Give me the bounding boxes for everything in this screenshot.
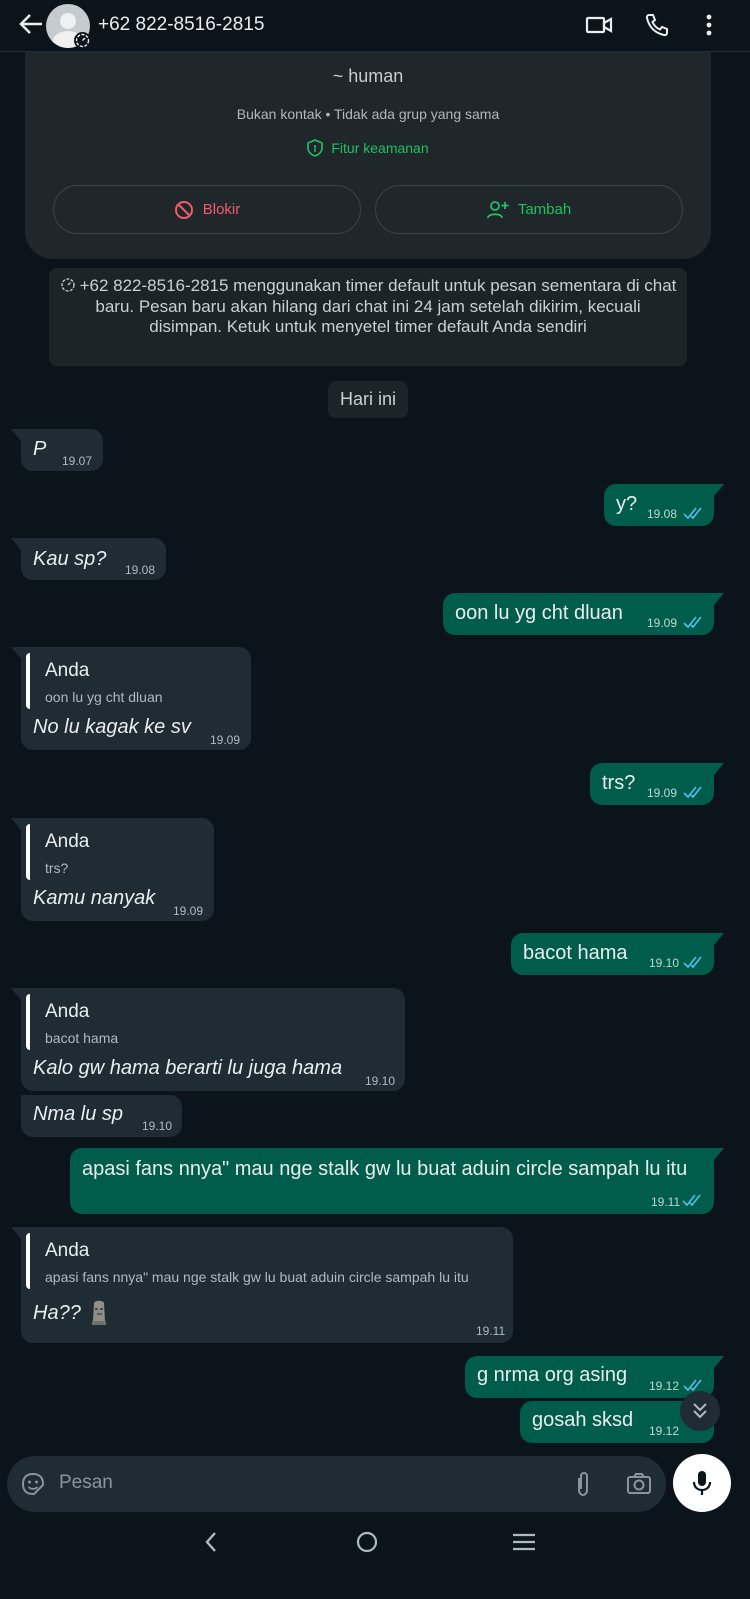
message-text: Kau sp? [33,548,107,570]
chat-screen: ~ human Bukan kontak • Tidak ada grup ya… [0,0,750,1599]
quoted-text: oon lu yg cht dluan [45,689,163,705]
back-arrow-icon[interactable] [16,9,46,39]
quoted-sender: Anda [45,660,90,681]
read-ticks-icon [683,507,702,520]
read-ticks-icon [683,786,702,799]
quoted-text: trs? [45,860,69,876]
read-ticks-icon [682,1194,701,1207]
quoted-message[interactable]: Anda apasi fans nnya" mau nge stalk gw l… [26,1233,505,1289]
read-ticks-icon [683,616,702,629]
message-bubble[interactable]: Anda apasi fans nnya" mau nge stalk gw l… [11,1227,513,1343]
quoted-message[interactable]: Anda bacot hama [26,994,397,1050]
message-bubble[interactable]: Anda bacot hama Kalo gw hama berarti lu … [11,988,405,1091]
message-time: 19.08 [125,563,156,577]
message-time: 19.09 [647,616,678,630]
chat-header: +62 822-8516-2815 [0,0,750,52]
quoted-sender: Anda [45,1240,90,1261]
message-bubble[interactable]: apasi fans nnya" mau nge stalk gw lu bua… [70,1148,724,1214]
nav-back-icon[interactable] [200,1530,224,1554]
message-time: 19.09 [647,786,678,800]
message-input[interactable]: Pesan [59,1472,113,1494]
message-time: 19.09 [210,733,241,747]
system-navigation-bar [0,1515,750,1599]
message-time: 19.10 [649,956,680,970]
attach-icon[interactable] [570,1470,596,1498]
quoted-text: apasi fans nnya" mau nge stalk gw lu bua… [45,1269,469,1285]
message-text: Kamu nanyak [33,887,156,909]
nav-home-icon[interactable] [355,1530,379,1554]
shield-icon [307,139,324,157]
add-person-icon [486,200,509,218]
block-label: Blokir [202,201,241,218]
message-time: 19.07 [62,454,93,468]
message-bubble[interactable]: g nrma org asing 19.12 [465,1356,724,1398]
sticker-icon[interactable] [20,1471,46,1497]
read-ticks-icon [683,1379,702,1392]
block-button[interactable]: Blokir [53,185,361,234]
nav-recents-icon[interactable] [511,1530,537,1554]
voice-message-button[interactable] [673,1454,731,1512]
message-time: 19.10 [365,1074,396,1088]
message-composer: Pesan [7,1456,666,1512]
camera-icon[interactable] [625,1470,653,1498]
contact-nickname: ~ human [332,66,404,86]
security-features-label: Fitur keamanan [331,140,429,156]
message-text: oon lu yg cht dluan [455,602,623,624]
message-time: 19.10 [142,1119,173,1133]
chat-title[interactable]: +62 822-8516-2815 [98,14,264,36]
message-text: Ha?? [33,1302,81,1324]
moai-emoji-icon [92,1300,106,1325]
double-chevron-down-icon [693,1403,707,1419]
message-text: No lu kagak ke sv [33,716,191,738]
quoted-message[interactable]: Anda trs? [26,824,206,880]
message-time: 19.08 [647,507,678,521]
notice-text: +62 822-8516-2815 menggunakan timer defa… [79,276,677,336]
message-text: P [33,438,47,460]
add-contact-button[interactable]: Tambah [375,185,683,234]
security-features-link[interactable]: Fitur keamanan [25,139,711,157]
message-text: trs? [602,772,636,794]
microphone-icon [692,1471,712,1495]
quoted-text: bacot hama [45,1030,119,1046]
quoted-sender: Anda [45,1001,90,1022]
message-text: apasi fans nnya" mau nge stalk gw lu bua… [82,1158,688,1180]
block-icon [174,200,193,219]
disappearing-messages-notice[interactable]: +62 822-8516-2815 menggunakan timer defa… [49,268,687,366]
message-text: Nma lu sp [33,1103,124,1125]
message-text: bacot hama [523,942,628,964]
disappearing-timer-icon [74,32,91,49]
message-time: 19.12 [649,1424,680,1438]
voice-call-icon[interactable] [642,10,672,40]
scroll-to-bottom-button[interactable] [680,1391,720,1431]
message-bubble[interactable]: oon lu yg cht dluan 19.09 [443,593,724,635]
message-time: 19.09 [173,904,204,918]
date-divider: Hari ini [328,381,408,418]
message-text: Kalo gw hama berarti lu juga hama [33,1057,343,1079]
read-ticks-icon [683,956,702,969]
add-contact-label: Tambah [517,201,572,218]
message-time: 19.11 [476,1324,506,1338]
message-text: y? [616,493,638,515]
message-text: gosah sksd [532,1409,634,1431]
message-bubble[interactable]: Kau sp? 19.08 [11,538,166,580]
message-bubble[interactable]: Nma lu sp 19.10 [21,1095,182,1137]
message-bubble[interactable]: Anda trs? Kamu nanyak 19.09 [11,818,214,921]
quoted-message[interactable]: Anda oon lu yg cht dluan [26,653,243,709]
message-time: 19.12 [649,1379,680,1393]
quoted-sender: Anda [45,831,90,852]
message-bubble[interactable]: y? 19.08 [604,484,724,526]
more-options-icon[interactable] [694,10,724,40]
video-call-icon[interactable] [584,10,614,40]
message-bubble[interactable]: Anda oon lu yg cht dluan No lu kagak ke … [11,647,251,750]
message-bubble[interactable]: P 19.07 [11,429,103,471]
message-text: g nrma org asing [477,1364,628,1386]
message-bubble[interactable]: bacot hama 19.10 [511,933,724,975]
contact-info-text: Bukan kontak • Tidak ada grup yang sama [236,106,500,122]
message-time: 19.11 [651,1195,681,1209]
timer-icon [60,278,75,292]
message-bubble[interactable]: trs? 19.09 [590,763,724,805]
